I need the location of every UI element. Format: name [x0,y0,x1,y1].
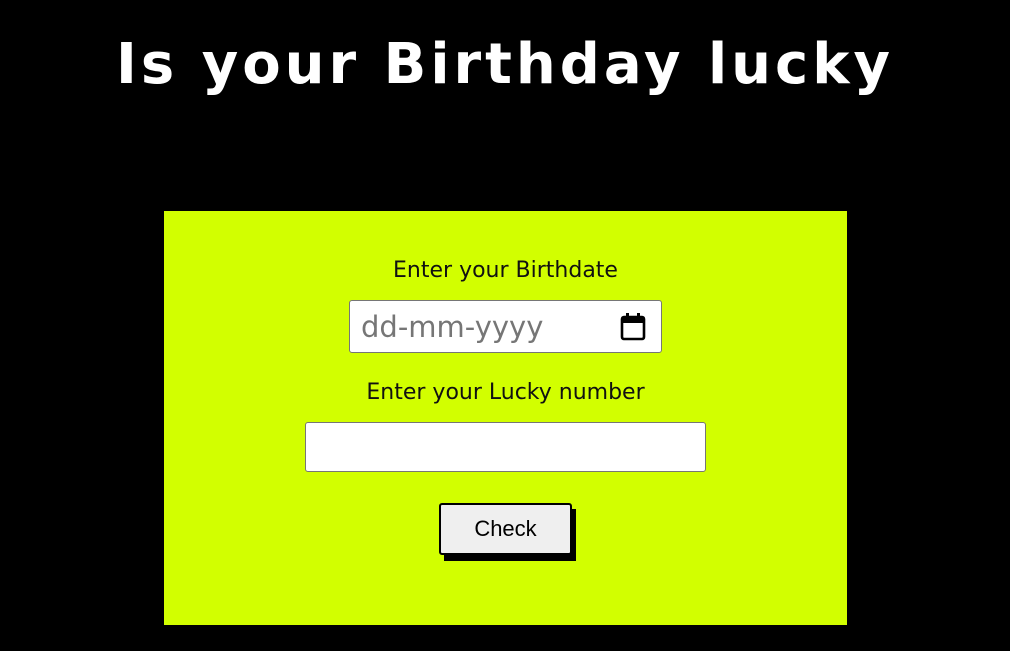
lucky-number-input[interactable] [305,422,706,472]
birthdate-placeholder: dd-mm-yyyy [361,310,544,344]
birthdate-input[interactable]: dd-mm-yyyy [349,300,662,353]
birthdate-label: Enter your Birthdate [393,258,618,283]
lucky-form-card: Enter your Birthdate dd-mm-yyyy Enter yo… [164,211,847,625]
calendar-icon[interactable] [620,313,646,341]
check-button[interactable]: Check [439,503,572,555]
page-title: Is your Birthday lucky [116,32,894,97]
lucky-number-label: Enter your Lucky number [366,380,645,405]
